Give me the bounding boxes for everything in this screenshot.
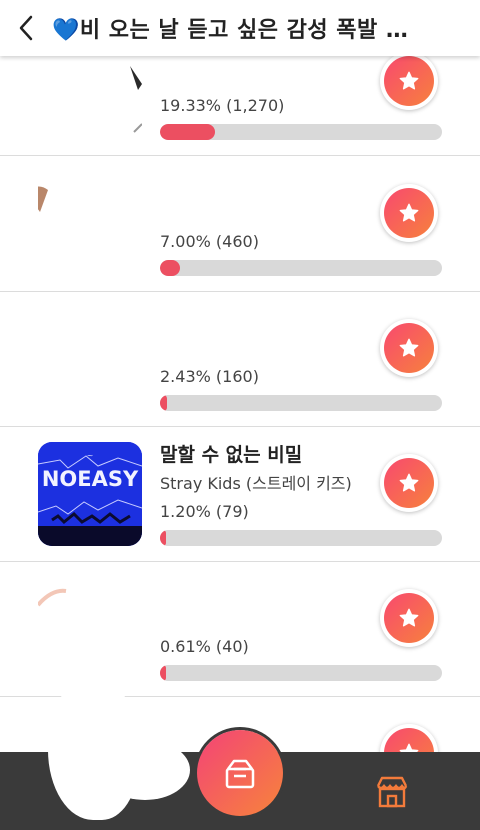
star-icon	[399, 203, 419, 222]
album-thumbnail[interactable]: NOEASY ~	[38, 442, 142, 546]
page-title: 💙비 오는 날 듣고 싶은 감성 폭발 노...	[52, 18, 427, 43]
album-thumbnail[interactable]	[38, 172, 142, 276]
star-icon	[399, 473, 419, 492]
svg-text:~: ~	[87, 451, 94, 460]
vote-progress-fill	[160, 124, 215, 140]
vote-center-button[interactable]	[197, 730, 283, 816]
vote-percentage: 19.33% (1,270)	[160, 96, 285, 115]
store-icon[interactable]	[374, 774, 410, 814]
vote-progress-fill	[160, 530, 166, 546]
album-art-text: NOEASY	[42, 467, 139, 491]
vote-button[interactable]	[380, 589, 438, 647]
star-icon	[399, 71, 419, 90]
star-icon	[399, 608, 419, 627]
chevron-left-icon	[19, 15, 33, 41]
top-header: 💙비 오는 날 듣고 싶은 감성 폭발 노...	[0, 0, 480, 56]
vote-percentage: 7.00% (460)	[160, 232, 259, 251]
star-icon	[399, 338, 419, 357]
vote-progress-bar	[160, 665, 442, 681]
list-item: 7.00% (460)	[0, 158, 480, 292]
album-thumbnail[interactable]	[38, 577, 142, 681]
vote-progress-bar	[160, 124, 442, 140]
list-item: NOEASY ~ 말할 수 없는 비밀 Stray Kids (스트레이 키즈)…	[0, 428, 480, 562]
vote-percentage: 2.43% (160)	[160, 367, 259, 386]
vote-button[interactable]	[380, 52, 438, 110]
vote-progress-bar	[160, 260, 442, 276]
album-thumbnail[interactable]	[38, 307, 142, 411]
back-button[interactable]	[0, 0, 52, 56]
vote-percentage: 1.20% (79)	[160, 502, 249, 521]
vote-percentage: 0.61% (40)	[160, 637, 249, 656]
vote-progress-bar	[160, 530, 442, 546]
vote-progress-fill	[160, 395, 167, 411]
vote-progress-fill	[160, 665, 166, 681]
vote-button[interactable]	[380, 184, 438, 242]
vote-progress-bar	[160, 395, 442, 411]
artist-name: Stray Kids (스트레이 키즈)	[160, 474, 352, 493]
vote-button[interactable]	[380, 319, 438, 377]
white-overlay-blob	[100, 740, 190, 800]
vote-button[interactable]	[380, 454, 438, 512]
list-item: 0.61% (40)	[0, 563, 480, 697]
list-item: 2.43% (160)	[0, 293, 480, 427]
song-title: 말할 수 없는 비밀	[160, 444, 303, 466]
ballot-box-icon	[225, 759, 255, 789]
vote-progress-fill	[160, 260, 180, 276]
